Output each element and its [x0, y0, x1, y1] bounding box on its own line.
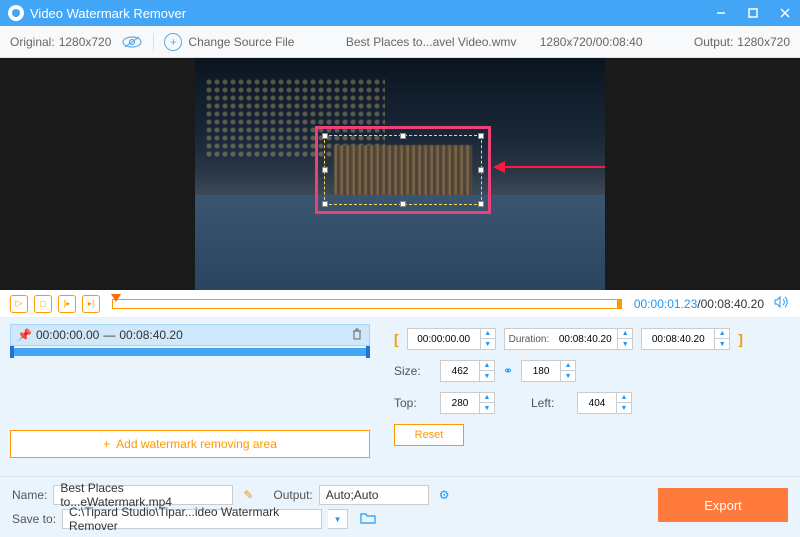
change-source-button[interactable]: + Change Source File — [164, 33, 294, 51]
video-preview[interactable] — [0, 58, 800, 290]
change-source-label: Change Source File — [188, 35, 294, 49]
output-settings-icon[interactable]: ⚙ — [439, 488, 450, 502]
current-filename: Best Places to...avel Video.wmv — [346, 35, 517, 49]
volume-icon[interactable] — [774, 295, 790, 312]
plus-icon: + — [103, 437, 110, 451]
reset-button[interactable]: Reset — [394, 424, 464, 446]
annotation-arrow-head — [493, 161, 505, 173]
properties-panel: [ ▲▼ Duration:▲▼ ▲▼ ] Size: ▲▼ ⚭ ▲▼ Top:… — [380, 318, 800, 476]
segment-end: 00:08:40.20 — [119, 328, 182, 342]
playback-controls: ▷ □ [▸ ▸] 00:00:01.23/00:08:40.20 — [0, 290, 800, 318]
output-format-field[interactable]: Auto;Auto — [319, 485, 429, 505]
saveto-label: Save to: — [12, 512, 56, 526]
set-end-button[interactable]: ▸] — [82, 295, 100, 313]
open-folder-icon[interactable] — [360, 512, 376, 527]
output-format-label: Output: — [273, 488, 312, 502]
original-label: Original: — [10, 35, 55, 49]
size-label: Size: — [394, 364, 432, 378]
preview-toggle-icon[interactable] — [121, 35, 143, 49]
annotation-arrow — [495, 166, 605, 168]
range-end-input[interactable]: ▲▼ — [641, 328, 730, 350]
total-time: 00:08:40.20 — [701, 297, 764, 311]
saveto-field[interactable]: C:\Tipard Studio\Tipar...ideo Watermark … — [62, 509, 322, 529]
set-start-button[interactable]: [▸ — [58, 295, 76, 313]
duration-input[interactable]: Duration:▲▼ — [504, 328, 634, 350]
export-button[interactable]: Export — [658, 488, 788, 522]
top-input[interactable]: ▲▼ — [440, 392, 495, 414]
width-input[interactable]: ▲▼ — [440, 360, 495, 382]
stop-button[interactable]: □ — [34, 295, 52, 313]
left-label: Left: — [531, 396, 569, 410]
current-time: 00:00:01.23 — [634, 297, 697, 311]
segments-panel: 📌 00:00:00.00 — 00:08:40.20 + Add waterm… — [0, 318, 380, 476]
segment-separator: — — [103, 328, 115, 342]
delete-segment-icon[interactable] — [351, 328, 363, 343]
left-input[interactable]: ▲▼ — [577, 392, 632, 414]
edit-name-icon[interactable]: ✎ — [243, 488, 253, 502]
add-watermark-area-button[interactable]: + Add watermark removing area — [10, 430, 370, 458]
segment-start: 00:00:00.00 — [36, 328, 99, 342]
playhead-icon[interactable] — [111, 294, 121, 302]
plus-icon: + — [164, 33, 182, 51]
height-input[interactable]: ▲▼ — [521, 360, 576, 382]
top-label: Top: — [394, 396, 432, 410]
timeline-slider[interactable] — [112, 299, 622, 309]
range-start-bracket-icon[interactable]: [ — [394, 331, 399, 347]
app-title: Video Watermark Remover — [30, 6, 714, 21]
add-area-label: Add watermark removing area — [116, 437, 277, 451]
bottom-bar: Name: Best Places to...eWatermark.mp4 ✎ … — [0, 476, 800, 537]
saveto-dropdown-icon[interactable]: ▼ — [328, 509, 348, 529]
pin-icon: 📌 — [17, 328, 32, 342]
video-frame — [195, 58, 605, 290]
close-button[interactable] — [778, 6, 792, 20]
segment-item[interactable]: 📌 00:00:00.00 — 00:08:40.20 — [10, 324, 370, 346]
output-label: Output: — [694, 35, 733, 49]
titlebar: Video Watermark Remover — [0, 0, 800, 26]
toolbar: Original: 1280x720 + Change Source File … — [0, 26, 800, 58]
original-resolution: 1280x720 — [59, 35, 112, 49]
file-res-duration: 1280x720/00:08:40 — [540, 35, 643, 49]
watermark-selection-box[interactable] — [315, 126, 491, 214]
minimize-button[interactable] — [714, 6, 728, 20]
range-end-bracket-icon[interactable]: ] — [738, 331, 743, 347]
app-logo-icon — [8, 5, 24, 21]
name-label: Name: — [12, 488, 47, 502]
play-button[interactable]: ▷ — [10, 295, 28, 313]
segment-track[interactable] — [10, 348, 370, 356]
link-aspect-icon[interactable]: ⚭ — [503, 364, 513, 378]
duration-label: Duration: — [505, 334, 554, 345]
range-start-input[interactable]: ▲▼ — [407, 328, 496, 350]
output-resolution: 1280x720 — [737, 35, 790, 49]
maximize-button[interactable] — [746, 6, 760, 20]
output-name-field[interactable]: Best Places to...eWatermark.mp4 — [53, 485, 233, 505]
